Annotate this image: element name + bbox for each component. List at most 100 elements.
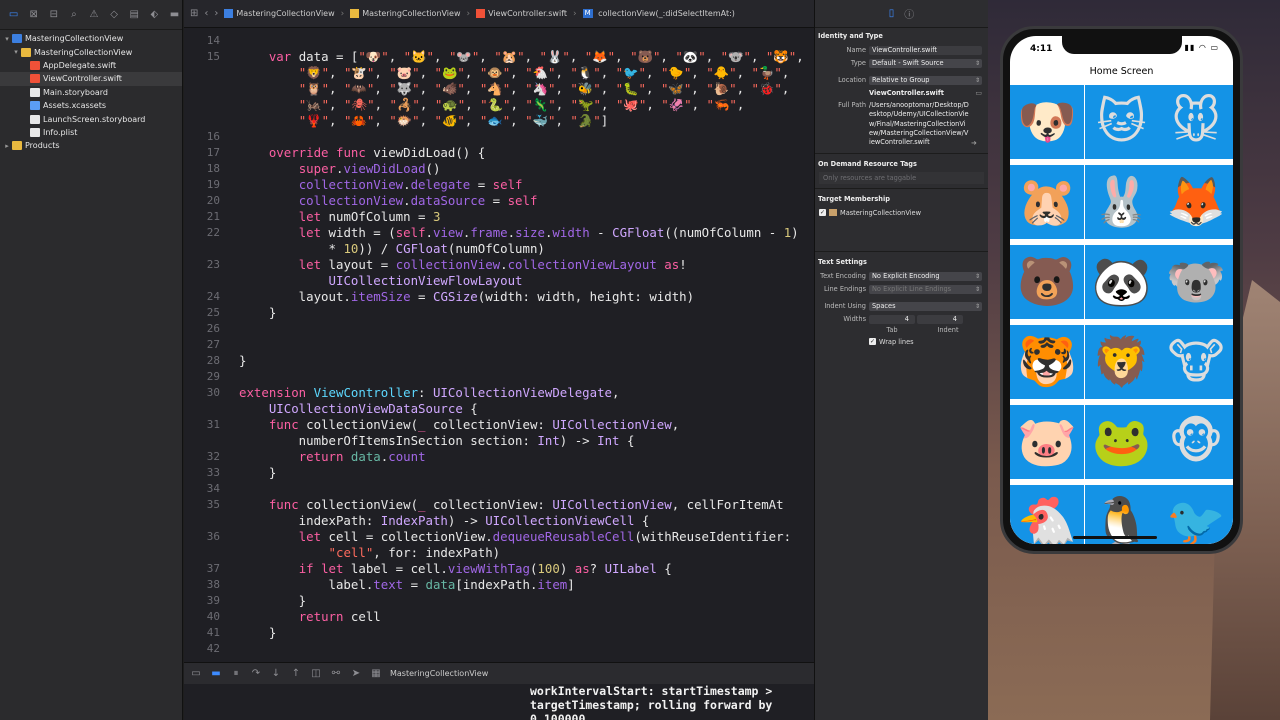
nav-item[interactable]: ▾ MasteringCollectionView <box>0 32 182 45</box>
code-line[interactable]: 16 <box>184 129 814 145</box>
jumpbar-crumb-method[interactable]: M collectionView(_:didSelectItemAt:) <box>582 9 735 18</box>
code-line[interactable]: 31 func collectionView(_ collectionView:… <box>184 417 814 433</box>
related-items-icon[interactable]: ⊞ <box>190 8 198 19</box>
type-popup[interactable]: Default - Swift Source <box>869 59 982 68</box>
code-line[interactable]: 27 <box>184 337 814 353</box>
reveal-arrow-icon[interactable]: ➜ <box>971 139 977 147</box>
step-over-icon[interactable]: ↷ <box>250 668 262 679</box>
collection-view[interactable]: 🐶 🐱 🐭 🐹 🐰 🦊 🐻 🐼 🐨 🐯 🦁 🐮 🐷 🐸 🐵 🐔 🐧 🐦 <box>1010 85 1233 544</box>
code-line[interactable]: 15 var data = ["🐶", "🐱", "🐭", "🐹", "🐰", … <box>184 49 814 65</box>
collection-cell[interactable]: 🐵 <box>1159 405 1233 479</box>
location-popup[interactable]: Relative to Group <box>869 76 982 85</box>
nav-item[interactable]: AppDelegate.swift <box>0 59 182 72</box>
code-line[interactable]: "🦁", "🐮", "🐷", "🐸", "🐵", "🐔", "🐧", "🐦", … <box>184 65 814 81</box>
view-debugger-icon[interactable]: ◫ <box>310 668 322 679</box>
collection-cell[interactable]: 🐭 <box>1159 85 1233 159</box>
code-area[interactable]: 14 15 var data = ["🐶", "🐱", "🐭", "🐹", "🐰"… <box>184 28 814 662</box>
jumpbar-crumb-file[interactable]: ViewController.swift <box>476 9 567 18</box>
nav-item[interactable]: Info.plist <box>0 126 182 139</box>
nav-item[interactable]: ▾ MasteringCollectionView <box>0 45 182 58</box>
code-line[interactable]: 38 label.text = data[indexPath.item] <box>184 577 814 593</box>
code-line[interactable]: UICollectionViewDataSource { <box>184 401 814 417</box>
name-field[interactable]: ViewController.swift <box>869 46 982 55</box>
code-line[interactable]: "🦗", "🕷", "🦂", "🐢", "🐍", "🦎", "🦖", "🐙", … <box>184 97 814 113</box>
step-out-icon[interactable]: ↑ <box>290 668 302 679</box>
hide-debug-area-icon[interactable]: ▭ <box>190 668 202 679</box>
folder-navigator-icon[interactable]: ▭ <box>6 7 21 23</box>
code-line[interactable]: "cell", for: indexPath) <box>184 545 814 561</box>
jumpbar-crumb-group[interactable]: MasteringCollectionView <box>350 9 461 18</box>
code-line[interactable]: 37 if let label = cell.viewWithTag(100) … <box>184 561 814 577</box>
scheme-label[interactable]: MasteringCollectionView <box>390 669 488 678</box>
breakpoints-toggle-icon[interactable]: ▬ <box>210 668 222 679</box>
indent-width-field[interactable]: 4 <box>917 315 963 325</box>
collection-cell[interactable]: 🦊 <box>1159 165 1233 239</box>
encoding-popup[interactable]: No Explicit Encoding <box>869 272 982 282</box>
code-line[interactable]: 17 override func viewDidLoad() { <box>184 145 814 161</box>
code-line[interactable]: 42 <box>184 641 814 657</box>
collection-cell[interactable]: 🐶 <box>1010 85 1084 159</box>
collection-cell[interactable]: 🐦 <box>1159 485 1233 544</box>
nav-item[interactable]: LaunchScreen.storyboard <box>0 112 182 125</box>
line-endings-popup[interactable]: No Explicit Line Endings <box>869 285 982 295</box>
folder-icon[interactable]: ▭ <box>975 89 982 97</box>
tab-width-field[interactable]: 4 <box>869 315 915 325</box>
code-line[interactable]: 41 } <box>184 625 814 641</box>
code-line[interactable]: * 10)) / CGFloat(numOfColumn) <box>184 241 814 257</box>
debug-navigator-icon[interactable]: ▤ <box>127 7 142 23</box>
collection-cell[interactable]: 🐯 <box>1010 325 1084 399</box>
code-line[interactable]: 21 let numOfColumn = 3 <box>184 209 814 225</box>
code-line[interactable]: 34 <box>184 481 814 497</box>
symbol-navigator-icon[interactable]: ⊟ <box>46 7 61 23</box>
collection-cell[interactable]: 🐹 <box>1010 165 1084 239</box>
collection-cell[interactable]: 🐱 <box>1084 85 1159 159</box>
code-line[interactable]: 32 return data.count <box>184 449 814 465</box>
collection-cell[interactable]: 🐮 <box>1159 325 1233 399</box>
forward-arrow-icon[interactable]: › <box>214 8 218 19</box>
disclosure-triangle-icon[interactable]: ▾ <box>11 48 21 56</box>
jumpbar-crumb-project[interactable]: MasteringCollectionView <box>224 9 335 18</box>
back-arrow-icon[interactable]: ‹ <box>204 8 208 19</box>
find-navigator-icon[interactable]: ⌕ <box>66 7 81 23</box>
breakpoint-navigator-icon[interactable]: ⬖ <box>147 7 162 23</box>
collection-cell[interactable]: 🐼 <box>1084 245 1159 319</box>
home-indicator[interactable] <box>1073 536 1157 539</box>
code-line[interactable]: "🦉", "🦇", "🐺", "🐗", "🐴", "🦄", "🐝", "🐛", … <box>184 81 814 97</box>
code-line[interactable]: 14 <box>184 33 814 49</box>
code-line[interactable]: 30 extension ViewController: UICollection… <box>184 385 814 401</box>
collection-cell[interactable]: 🐷 <box>1010 405 1084 479</box>
wrap-lines-checkbox[interactable]: ✓ <box>869 338 876 346</box>
memory-graph-icon[interactable]: ⚯ <box>330 668 342 679</box>
collection-cell[interactable]: 🦁 <box>1084 325 1159 399</box>
code-line[interactable]: 23 let layout = collectionView.collectio… <box>184 257 814 273</box>
source-control-icon[interactable]: ⊠ <box>26 7 41 23</box>
target-checkbox[interactable]: ✓ <box>819 209 826 217</box>
issue-navigator-icon[interactable]: ⚠ <box>86 7 101 23</box>
code-line[interactable]: numberOfItemsInSection section: Int) -> … <box>184 433 814 449</box>
collection-cell[interactable]: 🐻 <box>1010 245 1084 319</box>
file-inspector-icon[interactable]: ▯ <box>889 8 895 19</box>
location-icon[interactable]: ➤ <box>350 668 362 679</box>
nav-item[interactable]: ViewController.swift <box>0 72 182 86</box>
indent-using-popup[interactable]: Spaces <box>869 302 982 312</box>
nav-item[interactable]: ▸ Products <box>0 139 182 152</box>
step-in-icon[interactable]: ↓ <box>270 668 282 679</box>
code-line[interactable]: 29 <box>184 369 814 385</box>
nav-item[interactable]: Assets.xcassets <box>0 99 182 112</box>
code-line[interactable]: 33 } <box>184 465 814 481</box>
collection-cell[interactable]: 🐨 <box>1159 245 1233 319</box>
disclosure-triangle-icon[interactable]: ▸ <box>2 142 12 150</box>
code-line[interactable]: 40 return cell <box>184 609 814 625</box>
code-line[interactable]: 20 collectionView.dataSource = self <box>184 193 814 209</box>
test-navigator-icon[interactable]: ◇ <box>107 7 122 23</box>
disclosure-triangle-icon[interactable]: ▾ <box>2 35 12 43</box>
code-line[interactable]: 39 } <box>184 593 814 609</box>
code-line[interactable]: 19 collectionView.delegate = self <box>184 177 814 193</box>
code-line[interactable]: 22 let width = (self.view.frame.size.wid… <box>184 225 814 241</box>
odr-tags-field[interactable]: Only resources are taggable <box>819 172 984 185</box>
collection-cell[interactable]: 🐸 <box>1084 405 1159 479</box>
nav-item[interactable]: Main.storyboard <box>0 86 182 99</box>
code-line[interactable]: 26 <box>184 321 814 337</box>
pause-icon[interactable]: ⏸ <box>230 668 242 679</box>
code-line[interactable]: 24 layout.itemSize = CGSize(width: width… <box>184 289 814 305</box>
